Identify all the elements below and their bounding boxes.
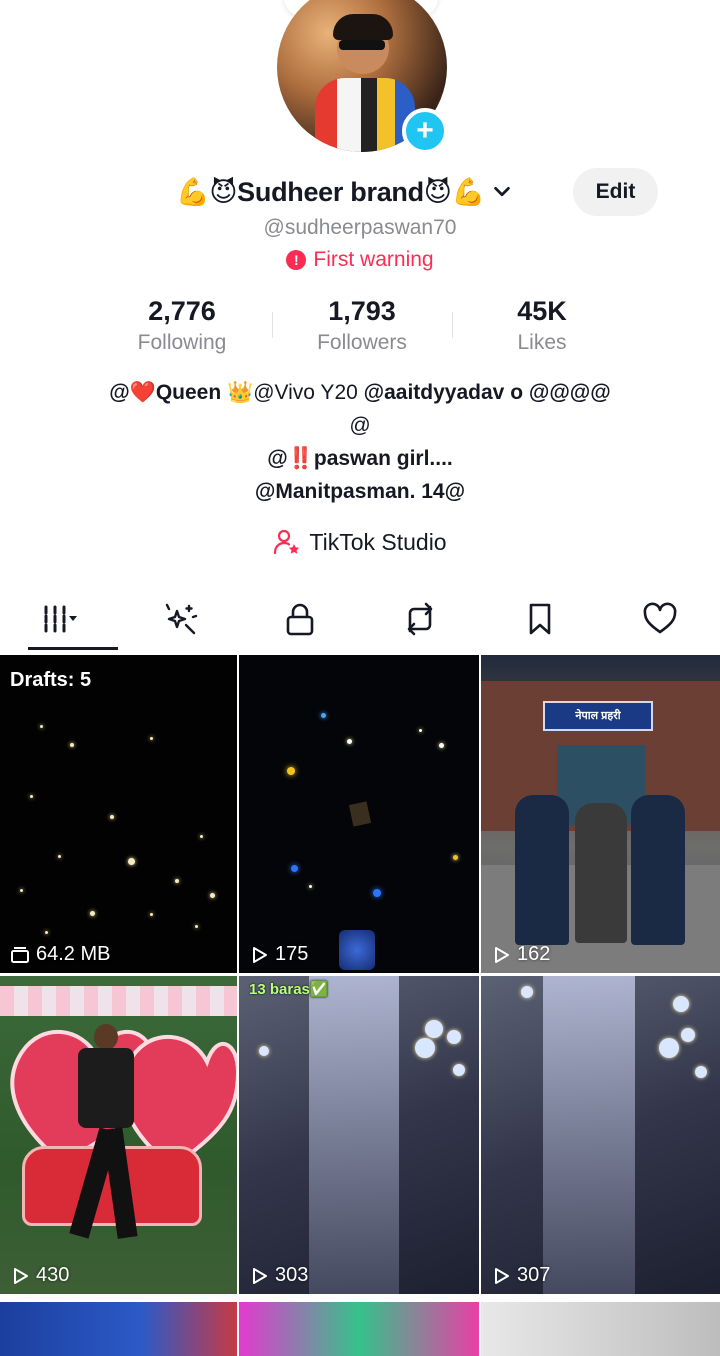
view-count-text: 303 — [275, 1264, 309, 1286]
tab-reposts[interactable] — [360, 588, 480, 650]
avatar[interactable]: + — [277, 0, 448, 154]
police-sign: नेपाल प्रहरी — [543, 701, 653, 731]
view-count-text: 307 — [517, 1264, 551, 1286]
followers-label: Followers — [317, 331, 407, 354]
video-tile[interactable] — [239, 1302, 481, 1356]
edit-profile-button[interactable]: Edit — [573, 168, 658, 216]
person-center — [575, 803, 627, 943]
stat-likes[interactable]: 45K Likes — [452, 296, 632, 355]
tab-private[interactable] — [240, 588, 360, 650]
bio-line-4[interactable]: @Manitpasman. 14@ — [40, 475, 680, 508]
double-exclamation-icon: ‼️ — [287, 447, 314, 470]
bio-at: @ — [267, 447, 288, 470]
sparkle-icon — [165, 603, 198, 635]
following-label: Following — [137, 331, 227, 354]
tab-effects[interactable] — [120, 588, 240, 650]
bio-mention-manitpasman: @Manitpasman. 14@ — [254, 480, 466, 503]
play-icon — [14, 1267, 28, 1284]
view-count: 303 — [249, 1264, 308, 1287]
chevron-down-icon[interactable] — [491, 181, 513, 203]
play-icon — [253, 946, 267, 963]
play-icon — [495, 946, 509, 963]
stat-followers[interactable]: 1,793 Followers — [272, 296, 452, 355]
video-grid-next-row — [0, 1302, 720, 1356]
bio-line-1: @❤️Queen 👑@Vivo Y20 @aaitdyyadav o @@@@ — [40, 376, 680, 409]
alert-icon: ! — [286, 250, 307, 270]
video-tile[interactable]: 430 — [0, 976, 239, 1297]
grid-icon — [44, 605, 77, 633]
likes-label: Likes — [517, 331, 567, 354]
standing-person — [69, 1024, 138, 1239]
warning-text: First warning — [313, 248, 434, 271]
bio-line-2: @ — [349, 414, 371, 437]
video-tile[interactable]: नेपाल प्रहरी 162 — [481, 655, 720, 976]
play-icon — [495, 1267, 509, 1284]
bio-text-paswan: paswan girl.... — [313, 447, 453, 470]
video-tile[interactable]: 175 — [239, 655, 481, 976]
video-grid: Drafts: 5 64.2 MB 175 नेपाल प्रहरी 162 4… — [0, 655, 720, 1297]
drafts-size: 64.2 MB — [10, 943, 110, 966]
plus-icon: + — [416, 114, 434, 147]
blurred-figure — [543, 976, 635, 1294]
drafts-size-text: 64.2 MB — [36, 943, 111, 965]
view-count-text: 162 — [517, 943, 551, 965]
repost-icon — [407, 602, 433, 636]
play-icon — [253, 1267, 267, 1284]
officer-right — [631, 795, 685, 945]
heart-icon — [643, 602, 677, 634]
following-count: 2,776 — [148, 296, 216, 326]
warning-banner[interactable]: ! First warning — [0, 248, 720, 272]
profile-bio: @❤️Queen 👑@Vivo Y20 @aaitdyyadav o @@@@ … — [40, 376, 680, 508]
profile-tabs — [0, 588, 720, 650]
profile-stats: 2,776 Following 1,793 Followers 45K Like… — [92, 296, 632, 355]
bio-line-3: @‼️paswan girl.... — [40, 442, 680, 475]
studio-label: TikTok Studio — [309, 528, 447, 555]
watermark-logo — [339, 930, 375, 970]
officer-left — [515, 795, 569, 945]
lock-icon — [286, 603, 314, 636]
add-story-button[interactable]: + — [402, 108, 448, 154]
bio-mention-queen[interactable]: @❤️Queen 👑 — [109, 381, 253, 404]
likes-count: 45K — [517, 296, 567, 326]
view-count-text: 175 — [275, 943, 309, 965]
bio-mention-aaitdyyadav[interactable]: @aaitdyyadav o @@@@ — [364, 381, 611, 404]
tab-videos[interactable] — [0, 588, 120, 650]
tiktok-studio-link[interactable]: TikTok Studio — [0, 528, 720, 556]
studio-user-star-icon — [274, 529, 300, 555]
tile-overlay-text: 13 baras✅ — [249, 981, 329, 998]
stat-following[interactable]: 2,776 Following — [92, 296, 272, 355]
view-count: 162 — [491, 943, 550, 966]
folder-icon — [11, 946, 29, 963]
username-handle: @sudheerpaswan70 — [263, 216, 457, 239]
tab-favorites[interactable] — [480, 588, 600, 650]
view-count-text: 430 — [36, 1264, 70, 1286]
display-name: 💪😈Sudheer brand😈💪 — [176, 177, 485, 207]
floating-object — [348, 801, 372, 827]
video-tile[interactable]: 307 — [481, 976, 720, 1297]
view-count: 430 — [10, 1264, 69, 1287]
view-count: 175 — [249, 943, 308, 966]
active-tab-indicator — [28, 647, 118, 650]
bio-mention-vivo[interactable]: @Vivo Y20 — [253, 381, 363, 404]
tab-liked[interactable] — [600, 588, 720, 650]
video-tile[interactable] — [0, 1302, 239, 1356]
display-name-row[interactable]: 💪😈Sudheer brand😈💪 — [176, 170, 513, 214]
bookmark-icon — [529, 603, 551, 635]
video-tile[interactable]: 13 baras✅ 303 — [239, 976, 481, 1297]
video-tile[interactable] — [481, 1302, 720, 1356]
blurred-figure — [309, 976, 399, 1294]
view-count: 307 — [491, 1264, 550, 1287]
drafts-label: Drafts: 5 — [10, 669, 92, 691]
drafts-tile[interactable]: Drafts: 5 64.2 MB — [0, 655, 239, 976]
followers-count: 1,793 — [328, 296, 396, 326]
